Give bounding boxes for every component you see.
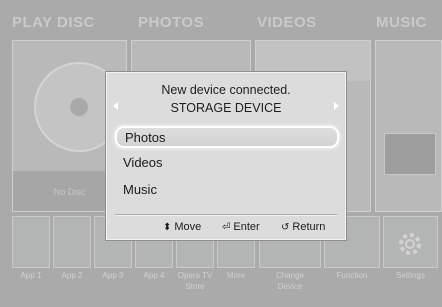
new-device-dialog: New device connected. STORAGE DEVICE Pho… <box>106 72 346 240</box>
dialog-device-name: STORAGE DEVICE <box>170 101 282 115</box>
change-device-label: Change Device <box>275 271 305 291</box>
menu-item-videos[interactable]: Videos <box>115 153 339 175</box>
hint-move: ⬍ Move <box>163 221 201 233</box>
music-tile[interactable] <box>375 40 442 212</box>
app-label-2: App 2 <box>61 271 83 280</box>
section-label-music: MUSIC <box>376 14 427 31</box>
arrow-right-icon[interactable] <box>334 102 339 110</box>
section-label-play-disc: PLAY DISC <box>12 14 95 31</box>
hint-enter: ⏎ Enter <box>222 221 260 233</box>
hint-enter-label: Enter <box>233 221 260 233</box>
menu-item-music[interactable]: Music <box>115 180 339 202</box>
hint-move-label: Move <box>174 221 202 233</box>
section-label-photos: PHOTOS <box>138 14 205 31</box>
hint-return-label: Return <box>292 221 326 233</box>
menu-item-photos[interactable]: Photos <box>115 126 339 148</box>
app-label-3: App 3 <box>102 271 124 280</box>
enter-icon: ⏎ <box>222 222 231 233</box>
app-tile-2[interactable] <box>53 216 91 268</box>
dialog-divider <box>115 214 337 216</box>
dialog-title: New device connected. <box>161 83 291 97</box>
settings-tile[interactable] <box>383 216 438 268</box>
arrow-left-icon[interactable] <box>113 102 118 110</box>
hint-return: ↺ Return <box>281 221 325 233</box>
more-label: More <box>226 271 246 280</box>
settings-label: Settings <box>396 271 425 280</box>
opera-tv-store-label: Opera TV Store <box>177 271 213 291</box>
app-label-4: App 4 <box>143 271 165 280</box>
section-label-videos: VIDEOS <box>257 14 317 31</box>
function-label: Function <box>336 271 368 280</box>
return-icon: ↺ <box>281 222 290 233</box>
gear-icon <box>399 233 421 255</box>
app-label-1: App 1 <box>20 271 42 280</box>
app-tile-1[interactable] <box>12 216 50 268</box>
up-down-arrows-icon: ⬍ <box>163 222 172 233</box>
